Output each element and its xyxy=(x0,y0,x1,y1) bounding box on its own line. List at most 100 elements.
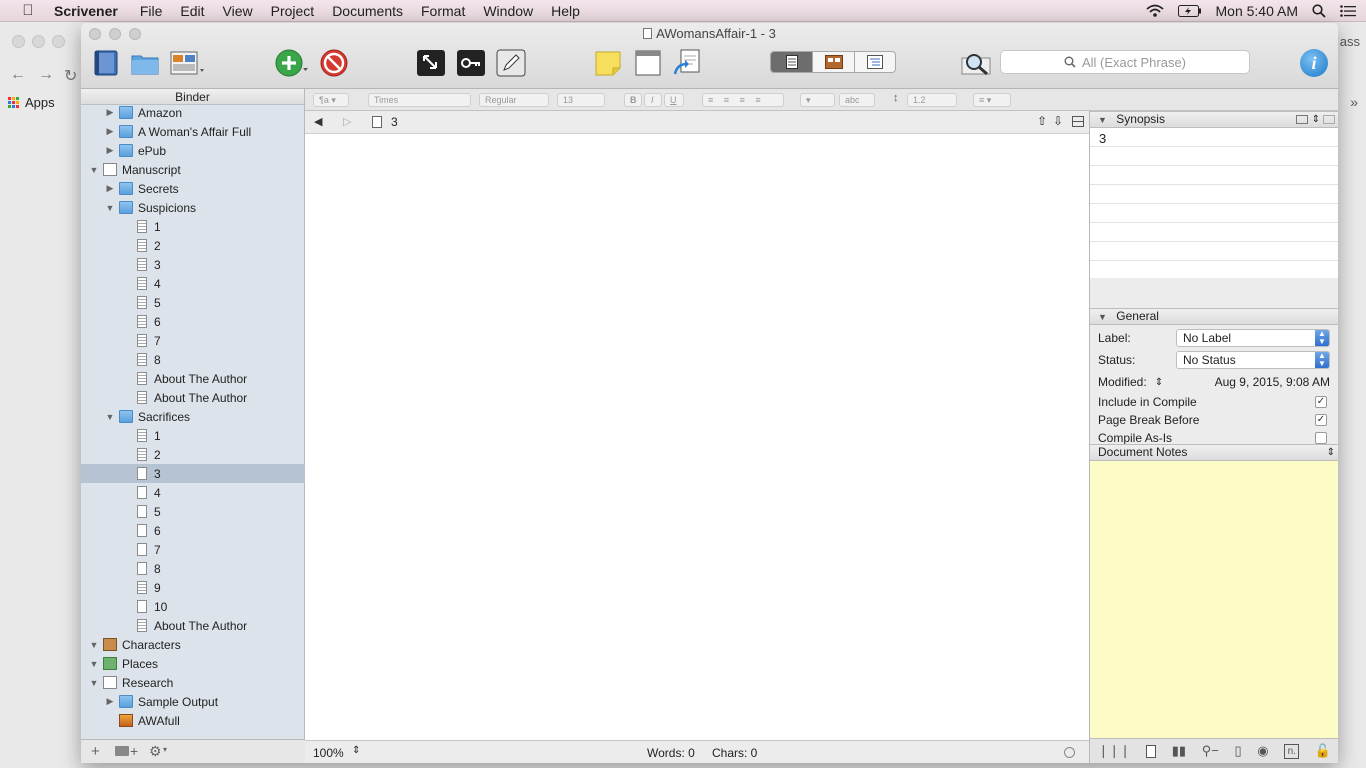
binder-item[interactable]: About The Author xyxy=(81,616,305,635)
next-document-icon[interactable]: ⇩ xyxy=(1053,114,1063,128)
spotlight-icon[interactable] xyxy=(1312,4,1326,18)
binder-item[interactable]: ▼ Research xyxy=(81,673,305,692)
gear-dropdown-icon[interactable]: ▾ xyxy=(163,745,167,754)
align-center-icon[interactable]: ≡ xyxy=(724,95,729,105)
browser-minimize-button[interactable] xyxy=(32,35,45,48)
disclosure-closed-icon[interactable]: ▶ xyxy=(105,126,115,137)
menu-documents[interactable]: Documents xyxy=(332,3,403,19)
binder-gear-icon[interactable]: ⚙ xyxy=(149,743,162,760)
binder-item[interactable]: 4 xyxy=(81,274,305,293)
add-folder-plus-icon[interactable]: + xyxy=(130,743,138,759)
menu-format[interactable]: Format xyxy=(421,3,465,19)
binder-item[interactable]: 10 xyxy=(81,597,305,616)
synopsis-stepper-icon[interactable]: ⇕ xyxy=(1312,112,1320,127)
bookmarks-overflow-icon[interactable]: » xyxy=(1350,94,1358,110)
align-justify-icon[interactable]: ≡ xyxy=(755,95,760,105)
binder-item[interactable]: 9 xyxy=(81,578,305,597)
binder-item[interactable]: ▶ ePub xyxy=(81,141,305,160)
binder-item[interactable]: 8 xyxy=(81,559,305,578)
menu-help[interactable]: Help xyxy=(551,3,580,19)
binder-item[interactable]: 2 xyxy=(81,445,305,464)
zoom-level[interactable]: 100% xyxy=(313,746,344,760)
binder-item[interactable]: 6 xyxy=(81,521,305,540)
add-item-plus-icon[interactable]: + xyxy=(91,743,100,760)
alignment-control[interactable]: ≡ ≡ ≡ ≡ xyxy=(702,93,784,107)
text-editor[interactable] xyxy=(305,134,1089,740)
composition-mode-button[interactable] xyxy=(416,48,446,78)
menu-view[interactable]: View xyxy=(223,3,253,19)
lock-icon[interactable]: 🔓 xyxy=(1315,743,1331,759)
wifi-icon[interactable] xyxy=(1145,4,1164,18)
align-right-icon[interactable]: ≡ xyxy=(740,95,745,105)
scrivenings-view-button[interactable] xyxy=(771,52,813,72)
browser-close-button[interactable] xyxy=(12,35,25,48)
disclosure-closed-icon[interactable]: ▶ xyxy=(105,696,115,707)
binder-item[interactable]: ▶ Sample Output xyxy=(81,692,305,711)
binder-item[interactable]: 5 xyxy=(81,293,305,312)
underline-button[interactable]: U xyxy=(664,93,684,107)
browser-zoom-button[interactable] xyxy=(52,35,65,48)
comments-tab-icon[interactable]: n. xyxy=(1284,743,1300,759)
text-color-popup[interactable]: ▾ xyxy=(800,93,835,107)
general-header[interactable]: ▼ General xyxy=(1090,308,1338,325)
binder-item[interactable]: ▶ Amazon xyxy=(81,103,305,122)
notification-center-icon[interactable] xyxy=(1340,5,1356,17)
tag-tab-icon[interactable]: ▯ xyxy=(1235,743,1242,759)
binder-item[interactable]: 8 xyxy=(81,350,305,369)
disclosure-open-icon[interactable]: ▼ xyxy=(105,203,115,213)
synopsis-disclosure-icon[interactable]: ▼ xyxy=(1098,115,1107,125)
binder-item[interactable]: ▶ A Woman's Affair Full xyxy=(81,122,305,141)
document-notes-area[interactable] xyxy=(1090,461,1338,738)
references-tab-icon[interactable] xyxy=(1146,744,1157,758)
binder-item[interactable]: 4 xyxy=(81,483,305,502)
font-weight-popup[interactable]: Regular xyxy=(479,93,549,107)
disclosure-open-icon[interactable]: ▼ xyxy=(89,165,99,175)
disclosure-open-icon[interactable]: ▼ xyxy=(89,659,99,669)
binder-item[interactable]: ▼ Manuscript xyxy=(81,160,305,179)
synopsis-image-icon[interactable] xyxy=(1323,115,1335,124)
view-mode-button[interactable] xyxy=(169,48,207,78)
synopsis-mode-icon[interactable] xyxy=(1296,115,1308,124)
disclosure-closed-icon[interactable]: ▶ xyxy=(105,145,115,156)
keywords-tab-icon[interactable]: ⚲− xyxy=(1202,743,1219,759)
menu-window[interactable]: Window xyxy=(483,3,533,19)
binder-item[interactable]: 2 xyxy=(81,236,305,255)
status-popup[interactable]: No Status ▲ ▼ xyxy=(1176,351,1330,369)
disclosure-open-icon[interactable]: ▼ xyxy=(105,412,115,422)
document-notes-header[interactable]: Document Notes ⇕ xyxy=(1090,444,1338,461)
outliner-view-button[interactable] xyxy=(853,52,895,72)
menu-edit[interactable]: Edit xyxy=(180,3,204,19)
italic-button[interactable]: I xyxy=(644,93,662,107)
binder-item[interactable]: 3 xyxy=(81,464,305,483)
binder-item[interactable]: ▼ Places xyxy=(81,654,305,673)
page-break-checkbox[interactable]: ✓ xyxy=(1315,414,1327,426)
binder-list[interactable]: ▶ Amazon ▶ A Woman's Affair Full ▶ ePub ▼ Manus… xyxy=(81,103,305,739)
battery-icon[interactable] xyxy=(1177,5,1202,17)
binder-item[interactable]: 3 xyxy=(81,255,305,274)
label-popup[interactable]: No Label ▲ ▼ xyxy=(1176,329,1330,347)
corkboard-view-button[interactable] xyxy=(812,52,853,72)
include-compile-checkbox[interactable]: ✓ xyxy=(1315,396,1327,408)
disclosure-open-icon[interactable]: ▼ xyxy=(89,678,99,688)
binder-item[interactable]: ▼ Characters xyxy=(81,635,305,654)
binder-item[interactable]: ▶ Secrets xyxy=(81,179,305,198)
binder-item[interactable]: 1 xyxy=(81,426,305,445)
font-family-popup[interactable]: Times xyxy=(368,93,471,107)
add-document-button[interactable] xyxy=(274,48,308,78)
back-arrow-icon[interactable]: ← xyxy=(10,66,26,84)
books-tab-icon[interactable]: ▮▮ xyxy=(1172,743,1186,759)
font-size-popup[interactable]: 13 xyxy=(557,93,605,107)
binder-item[interactable]: AWAfull xyxy=(81,711,305,730)
reload-icon[interactable]: ↻ xyxy=(64,66,77,86)
menu-file[interactable]: File xyxy=(140,3,163,19)
menubar-clock[interactable]: Mon 5:40 AM xyxy=(1216,3,1299,19)
inspector-info-button[interactable]: i xyxy=(1300,49,1328,77)
snapshot-button[interactable] xyxy=(633,48,663,78)
previous-document-icon[interactable]: ⇧ xyxy=(1037,114,1047,128)
paragraph-style-popup[interactable]: ¶a ▾ xyxy=(313,93,349,107)
search-scope-button[interactable] xyxy=(960,50,992,78)
keywords-button[interactable] xyxy=(456,48,486,78)
binder-item[interactable]: About The Author xyxy=(81,369,305,388)
menu-project[interactable]: Project xyxy=(271,3,315,19)
binder-item[interactable]: ▼ Sacrifices xyxy=(81,407,305,426)
